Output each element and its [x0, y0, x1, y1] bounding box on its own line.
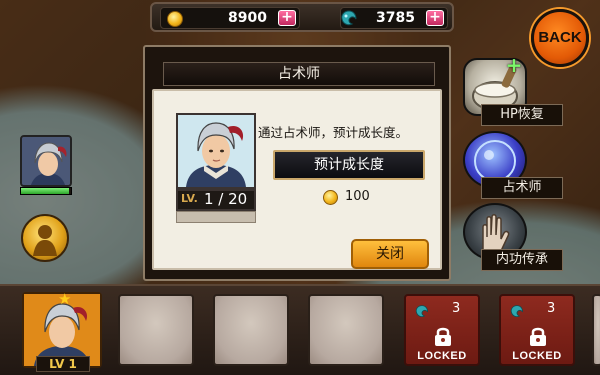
plus-icon: +	[505, 53, 523, 77]
knight-portrait-icon	[22, 137, 70, 185]
add-gems-button[interactable]: +	[426, 10, 444, 26]
back-button[interactable]: BACK	[531, 9, 589, 67]
gem-icon	[510, 305, 523, 318]
hero-hp-bar	[20, 187, 72, 195]
gold-counter: 8900 +	[160, 7, 300, 29]
party-slot-empty[interactable]	[308, 294, 384, 366]
hero-portrait-thumb[interactable]	[20, 135, 72, 187]
unlock-cost: 3	[547, 301, 556, 316]
currency-bar: 8900 + 3785 +	[150, 2, 454, 32]
dialog-title: 占术师	[278, 66, 320, 82]
lock-icon	[530, 327, 546, 346]
knight-silhouette-icon	[33, 225, 57, 256]
gold-amount: 8900	[228, 10, 267, 26]
leader-level: LV 1	[36, 356, 90, 372]
locked-label: LOCKED	[417, 350, 467, 362]
locked-label: LOCKED	[512, 350, 562, 362]
knight-portrait-icon	[178, 115, 254, 187]
dialog-title-bar: 占术师	[163, 62, 435, 86]
close-button[interactable]: 关闭	[351, 239, 429, 269]
unlock-cost: 3	[452, 301, 461, 316]
party-slot-locked[interactable]: 3 LOCKED	[404, 294, 480, 366]
gem-icon	[415, 305, 428, 318]
add-gold-button[interactable]: +	[278, 10, 296, 26]
gem-icon	[341, 10, 357, 26]
party-slot-empty[interactable]	[118, 294, 194, 366]
hero-hp-fill	[21, 188, 69, 194]
lock-icon	[435, 327, 451, 346]
hero-portrait	[176, 113, 256, 189]
gold-knight-medal-icon[interactable]	[21, 214, 69, 262]
fortune-teller-skill[interactable]: 占术师	[463, 131, 563, 199]
party-slot-edge	[592, 294, 600, 366]
level-tag: LV.	[181, 192, 198, 205]
party-slot-empty[interactable]	[213, 294, 289, 366]
forecast-cost: 100	[345, 189, 370, 204]
inner-power-label: 内功传承	[481, 249, 563, 271]
inner-power-skill[interactable]: 内功传承	[463, 203, 563, 271]
gem-amount: 3785	[376, 10, 415, 26]
hero-level-box: LV. 1 / 20	[176, 189, 256, 211]
gem-counter: 3785 +	[340, 7, 448, 29]
gold-coin-icon	[167, 11, 183, 27]
fortune-teller-label: 占术师	[481, 177, 563, 199]
gold-coin-icon	[323, 190, 338, 205]
hero-level: 1 / 20	[204, 190, 248, 208]
hp-restore-label: HP恢复	[481, 104, 563, 126]
level-box-footer	[176, 211, 256, 223]
party-slot-locked[interactable]: 3 LOCKED	[499, 294, 575, 366]
star-icon: ★	[58, 290, 72, 308]
forecast-growth-button[interactable]: 预计成长度	[273, 150, 425, 180]
dialog-description: 通过占术师，预计成长度。	[258, 125, 409, 140]
